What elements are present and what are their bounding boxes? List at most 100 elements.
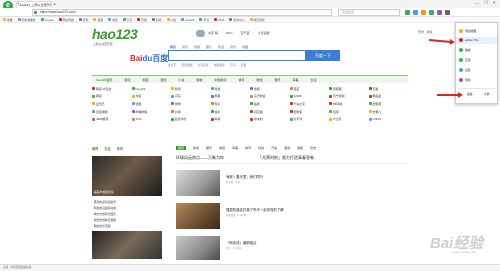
headline[interactable]: 环球风云热点——万象为你 xyxy=(176,155,224,161)
menu-item-help[interactable]: 帮助 xyxy=(459,78,471,82)
site-link[interactable]: CSDN xyxy=(368,117,409,122)
search-tab[interactable]: 网页 xyxy=(170,45,176,49)
center-news-tab[interactable]: 体育 xyxy=(245,146,251,150)
left-news-tab[interactable]: 体育 xyxy=(117,146,123,151)
bookmark-item[interactable]: Google xyxy=(40,18,54,22)
site-link[interactable]: 网易 xyxy=(92,94,132,99)
hot-word-link[interactable]: 百度热搜 xyxy=(181,63,192,67)
hao123-logo[interactable]: hao123 xyxy=(92,26,138,42)
window-controls[interactable]: — ❐ ✕ xyxy=(475,0,498,5)
site-link[interactable]: 网易·方百合 xyxy=(92,86,132,91)
bookmark-item[interactable]: 2345 xyxy=(214,18,224,22)
site-link[interactable]: 哔哩哔哩 xyxy=(131,109,172,114)
tab-active[interactable]: hao123_上网从这里开始 xyxy=(16,1,52,8)
site-nav-item[interactable]: 小说 xyxy=(178,78,184,82)
menu-fullscreen[interactable]: 全屏 xyxy=(484,92,490,96)
site-nav-item[interactable]: 娱乐 xyxy=(274,78,280,82)
left-news-tab[interactable]: 社会 xyxy=(104,146,110,151)
site-link[interactable]: 同花顺 xyxy=(250,109,290,114)
headline-2[interactable]: 「光荣时刻」努力打造青春答卷 xyxy=(258,155,314,161)
screenshot-icon[interactable] xyxy=(437,10,442,15)
address-bar[interactable]: https://www.hao123.com/ xyxy=(32,9,332,16)
site-link[interactable]: 东方财富 xyxy=(250,94,290,99)
site-link[interactable]: hao123 xyxy=(131,86,172,91)
site-link[interactable]: 12306 xyxy=(289,94,330,99)
search-tab[interactable]: 资讯 xyxy=(182,45,188,49)
news-thumb-1[interactable] xyxy=(176,170,220,196)
site-link[interactable]: 爱奇艺 xyxy=(92,101,132,106)
site-link[interactable]: 58同城 xyxy=(329,101,369,106)
history-icon[interactable] xyxy=(429,10,434,15)
bookmark-item[interactable]: 淘宝 xyxy=(108,18,118,22)
site-nav-item[interactable]: hao123首页 xyxy=(96,78,112,82)
center-news-tab[interactable]: 娱乐 xyxy=(206,146,212,150)
site-link[interactable]: 新浪 xyxy=(210,86,251,91)
menu-item-settings[interactable]: 设置 xyxy=(459,68,471,72)
forward-icon[interactable]: › xyxy=(10,2,12,8)
site-nav-item[interactable]: 购物 xyxy=(196,78,202,82)
refresh-icon[interactable]: ↻ xyxy=(17,2,21,8)
search-button[interactable]: 百度一下 xyxy=(306,50,340,61)
site-nav-item[interactable]: 中国新闻 xyxy=(214,78,226,82)
hot-word-link[interactable]: 京东 xyxy=(230,63,236,67)
left-news-tab[interactable]: 推荐 xyxy=(92,146,98,151)
site-link[interactable]: 抖音 xyxy=(171,109,211,114)
center-news-tab[interactable]: 历史 xyxy=(310,146,316,150)
hot-word-link[interactable]: 淘宝特卖 xyxy=(214,63,225,67)
hot-word-link[interactable]: 天猫 xyxy=(241,63,247,67)
search-tab[interactable]: 视频 xyxy=(194,45,200,49)
center-news-tab[interactable]: 军事 xyxy=(232,146,238,150)
bookmark-item[interactable]: 手机收藏夹 xyxy=(17,18,36,22)
center-news-tab[interactable]: 汽车 xyxy=(271,146,277,150)
news-thumb-3[interactable] xyxy=(176,236,220,260)
site-link[interactable]: IT之家 xyxy=(329,117,369,122)
photo-caption[interactable]: 美丽乡村展览馆 xyxy=(94,190,114,194)
news-title-1[interactable]: 海报丨春天里，我们同行 xyxy=(226,174,263,179)
bookmark-item[interactable]: hao123 xyxy=(181,18,194,22)
menu-item-apps[interactable]: 应用 xyxy=(459,58,471,62)
site-nav-item[interactable]: 游戏 xyxy=(160,78,166,82)
site-link[interactable]: 安居客 xyxy=(289,109,330,114)
site-link[interactable]: 凤凰网 xyxy=(329,86,369,91)
menu-zoom[interactable]: 缩放 xyxy=(467,92,473,96)
site-nav-item[interactable]: 新闻 xyxy=(124,78,130,82)
site-link[interactable]: 微博 xyxy=(171,101,211,106)
news-photo-2[interactable] xyxy=(92,231,162,259)
left-news-item[interactable]: · 地方文旅风光展示 xyxy=(92,212,116,216)
bookmark-item[interactable]: 游戏中心 xyxy=(229,18,245,22)
site-link[interactable]: 唯品会 xyxy=(368,94,409,99)
news-thumb-2[interactable] xyxy=(176,203,220,229)
center-news-tab[interactable]: 新闻 xyxy=(193,146,199,150)
extension-icon[interactable] xyxy=(405,10,410,15)
bookmark-item[interactable]: 游戏 xyxy=(78,18,88,22)
site-link[interactable]: 知乎 xyxy=(210,101,251,106)
news-title-2[interactable]: 搜狐知道这件事了吗不一定你真的了解 xyxy=(226,207,284,212)
site-link[interactable]: 赶集网 xyxy=(368,101,409,106)
center-news-tab[interactable]: 健康 xyxy=(297,146,303,150)
bookmark-item[interactable]: 视频 xyxy=(93,18,103,22)
left-news-item[interactable]: · 科技前沿最新动态 xyxy=(92,206,116,210)
site-link[interactable]: 纵横 xyxy=(210,117,251,122)
site-nav-item[interactable]: 财经 xyxy=(256,78,262,82)
bookmark-item[interactable]: 网页游戏 xyxy=(249,18,265,22)
site-link[interactable]: 携程 xyxy=(210,94,251,99)
site-nav-item[interactable]: 体育 xyxy=(238,78,244,82)
site-link[interactable]: 贴吧 xyxy=(250,101,290,106)
search-tab[interactable]: 知道 xyxy=(218,45,224,49)
user-links[interactable]: 登录 · 换肤 xyxy=(418,30,433,34)
site-link[interactable]: 快手 xyxy=(210,109,251,114)
site-nav-item[interactable]: 生活 xyxy=(311,78,317,82)
site-link[interactable]: 7k7k xyxy=(131,117,172,122)
site-link[interactable]: 百度 xyxy=(289,86,330,91)
site-link[interactable]: 天猫 xyxy=(368,86,409,91)
download-icon[interactable] xyxy=(413,10,418,15)
site-link[interactable]: 链家 xyxy=(329,109,369,114)
menu-icon[interactable] xyxy=(445,10,450,15)
hot-word-link[interactable]: 爱奇艺 xyxy=(168,63,176,67)
site-link[interactable]: 去哪儿 xyxy=(368,109,409,114)
site-link[interactable]: 淘宝 xyxy=(131,94,172,99)
site-nav-item[interactable]: 视频 xyxy=(142,78,148,82)
site-link[interactable]: 百度地图 xyxy=(92,109,132,114)
bookmark-item[interactable]: 京东 xyxy=(122,18,132,22)
site-link[interactable]: 中关村 xyxy=(250,117,290,122)
